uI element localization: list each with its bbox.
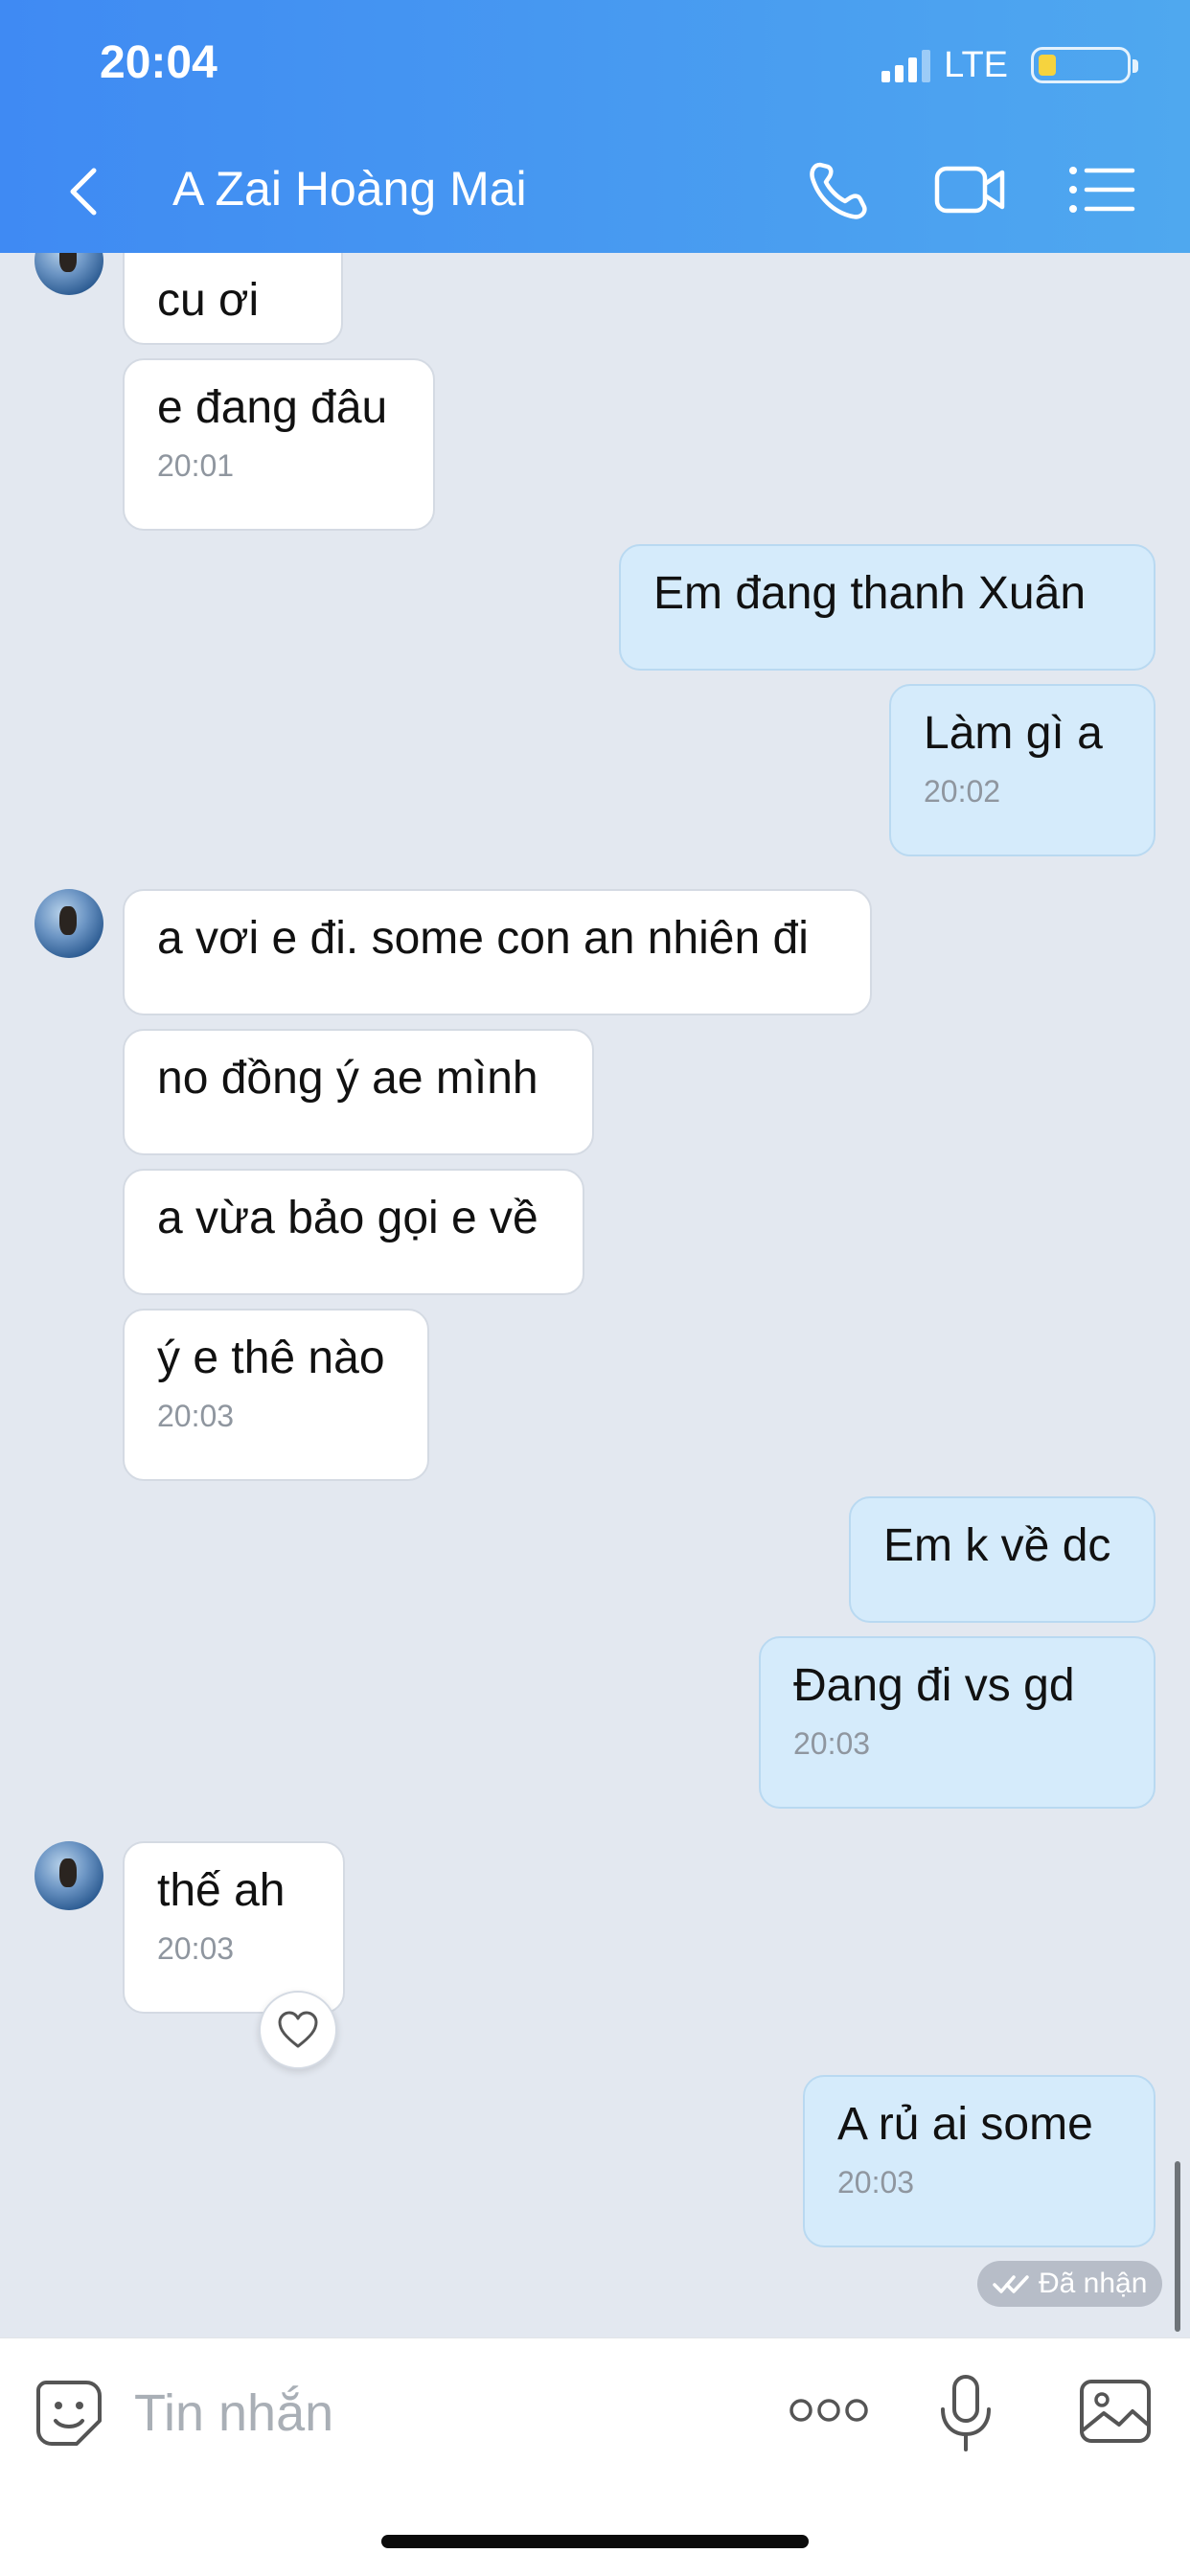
message-bubble[interactable]: no đồng ý ae mình [123,1029,594,1155]
message-bubble[interactable]: e đang đâu 20:01 [123,358,435,531]
message-text: Đang đi vs gd [793,1660,1075,1711]
message-text: ý e thê nào [157,1333,385,1383]
chat-menu-button[interactable] [1062,155,1142,224]
reaction-button[interactable] [259,1991,337,2069]
back-icon [70,168,97,216]
more-icon [790,2399,868,2422]
contact-avatar[interactable] [34,253,103,295]
contact-avatar[interactable] [34,1841,103,1910]
message-bubble[interactable]: a vừa bảo gọi e về [123,1169,584,1295]
message-list[interactable]: cu ơi e đang đâu 20:01 Em đang thanh Xuâ… [0,253,1190,2337]
message-text: no đồng ý ae mình [157,1053,538,1104]
battery-level [1039,55,1056,76]
phone-icon [810,162,867,219]
message-time: 20:03 [793,1726,871,1761]
message-text: Em k về dc [883,1520,1111,1571]
scrollbar[interactable] [1175,2161,1180,2332]
message-text: a vơi e đi. some con an nhiên đi [157,913,809,964]
message-bubble[interactable]: A rủ ai some 20:03 [803,2075,1156,2247]
image-icon [1080,2380,1151,2443]
message-time: 20:03 [157,1399,235,1433]
message-text: a vừa bảo gọi e về [157,1193,538,1243]
message-bubble[interactable]: Làm gì a 20:02 [889,684,1156,856]
delivery-status-badge: Đã nhận [977,2261,1163,2307]
message-bubble[interactable]: thế ah 20:03 [123,1841,345,2014]
message-bubble[interactable]: ý e thê nào 20:03 [123,1309,429,1481]
message-bubble[interactable]: Em k về dc [849,1496,1156,1623]
voice-call-button[interactable] [797,155,878,224]
message-text: e đang đâu [157,382,388,433]
message-text: thế ah [157,1865,286,1916]
sticker-button[interactable] [33,2377,105,2454]
message-text: cu ơi [157,275,260,326]
send-image-button[interactable] [1077,2377,1154,2451]
message-text: A rủ ai some [837,2099,1093,2150]
video-call-icon [934,166,1005,214]
microphone-icon [941,2375,991,2451]
more-options-button[interactable] [786,2386,872,2439]
back-button[interactable] [56,157,113,226]
video-call-button[interactable] [929,155,1010,224]
sticker-icon [36,2381,102,2446]
menu-list-icon [1069,167,1135,213]
message-text: Làm gì a [924,708,1103,759]
message-time: 20:02 [924,774,1001,809]
battery-icon [1031,47,1138,83]
network-type: LTE [944,44,1008,85]
message-bubble[interactable]: a vơi e đi. some con an nhiên đi [123,889,872,1015]
message-bubble[interactable]: cu ơi [123,253,343,345]
home-indicator[interactable] [381,2535,809,2548]
signal-strength-icon [881,48,931,82]
double-check-icon [993,2275,1029,2293]
status-time: 20:04 [100,37,217,88]
chat-header: 20:04 LTE A Zai Hoàng Mai [0,0,1190,253]
message-time: 20:01 [157,448,235,483]
message-time: 20:03 [157,1931,235,1966]
contact-name[interactable]: A Zai Hoàng Mai [172,161,527,217]
message-bubble[interactable]: Em đang thanh Xuân [619,544,1156,671]
heart-icon [278,2011,318,2048]
voice-message-button[interactable] [935,2371,996,2462]
message-text: Em đang thanh Xuân [653,568,1087,619]
contact-avatar[interactable] [34,889,103,958]
delivery-status-text: Đã nhận [1039,2268,1148,2299]
status-indicators: LTE [881,42,1138,88]
message-bubble[interactable]: Đang đi vs gd 20:03 [759,1636,1156,1809]
message-input[interactable] [134,2379,747,2448]
message-time: 20:03 [837,2165,915,2200]
